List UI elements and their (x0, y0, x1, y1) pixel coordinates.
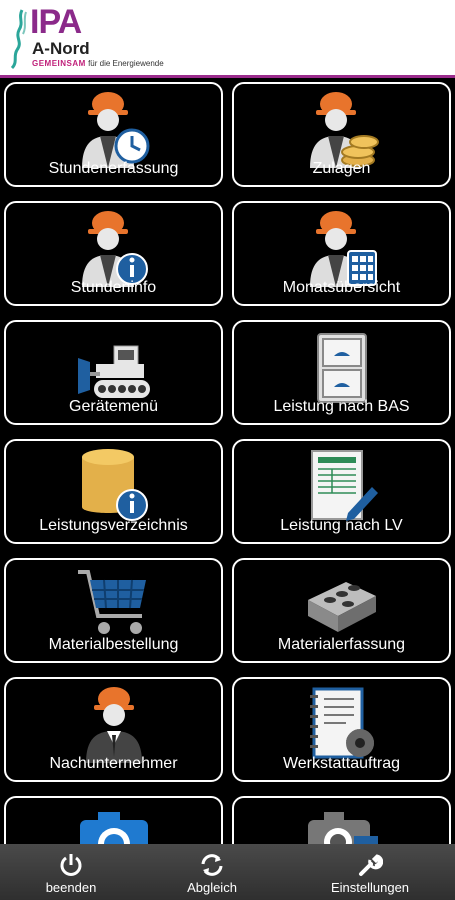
tile-materialerfassung[interactable]: Materialerfassung (232, 558, 451, 663)
quit-button[interactable]: beenden (6, 844, 136, 900)
worker-info-icon (81, 211, 148, 287)
worker-calculator-icon (309, 211, 377, 287)
tile-leistungsverzeichnis[interactable]: Leistungsverzeichnis (4, 439, 223, 544)
menu-grid: Stundenerfassung Zulagen Stundeninfo Mon… (0, 78, 455, 844)
app-header: IPA A-Nord GEMEINSAM für die Energiewend… (0, 0, 455, 78)
camera-icon (79, 812, 148, 844)
worker-clock-icon (81, 92, 149, 168)
document-pen-icon (310, 450, 378, 521)
sync-button[interactable]: Abgleich (147, 844, 277, 900)
tile-label: Stundeninfo (70, 279, 157, 296)
tile-label: Werkstattauftrag (282, 755, 401, 772)
settings-button[interactable]: Einstellungen (305, 844, 435, 900)
tile-label: Materialbestellung (48, 636, 179, 653)
wrench-icon (359, 854, 383, 876)
power-icon (60, 854, 82, 876)
tile-nachunternehmer[interactable]: Nachunternehmer (4, 677, 223, 782)
sync-label: Abgleich (187, 880, 237, 895)
tile-label: Materialerfassung (277, 636, 406, 653)
tile-label: Leistungsverzeichnis (39, 517, 188, 534)
bottom-toolbar: beenden Abgleich Einstellungen (0, 844, 455, 900)
tile-stundenerfassung[interactable]: Stundenerfassung (4, 82, 223, 187)
tile-zulagen[interactable]: Zulagen (232, 82, 451, 187)
tile-label: Zulagen (312, 160, 371, 177)
camera-document-icon (307, 812, 378, 844)
tile-monatsuebersicht[interactable]: Monatsübersicht (232, 201, 451, 306)
tile-geraetemenue[interactable]: Gerätemenü (4, 320, 223, 425)
tile-leistung-nach-lv[interactable]: Leistung nach LV (232, 439, 451, 544)
tile-materialbestellung[interactable]: Materialbestellung (4, 558, 223, 663)
worker-suit-icon (85, 687, 142, 763)
map-outline-icon (10, 9, 27, 70)
tile-leistung-nach-bas[interactable]: Leistung nach BAS (232, 320, 451, 425)
settings-label: Einstellungen (330, 880, 410, 895)
tile-label: Gerätemenü (69, 398, 158, 415)
drawer-cabinet-icon (316, 333, 367, 403)
worker-coins-icon (309, 92, 379, 168)
logo-tagline: GEMEINSAM für die Energiewende (32, 59, 164, 68)
tile-label: Leistung nach LV (280, 517, 403, 534)
tile-label: Nachunternehmer (49, 755, 178, 772)
tile-werkstattauftrag[interactable]: Werkstattauftrag (232, 677, 451, 782)
shopping-cart-icon (77, 570, 146, 634)
tile-stundeninfo[interactable]: Stundeninfo (4, 201, 223, 306)
bulldozer-icon (77, 345, 150, 398)
tile-camera[interactable] (4, 796, 223, 844)
quit-label: beenden (45, 880, 97, 895)
tile-label: Monatsübersicht (282, 279, 401, 296)
sync-icon (201, 854, 223, 876)
tile-label: Stundenerfassung (48, 160, 179, 177)
tile-label: Leistung nach BAS (273, 398, 410, 415)
logo-ipa-text: IPA (30, 3, 82, 41)
logo-tagline-rest: für die Energiewende (85, 59, 164, 68)
logo-anord-text: A-Nord (32, 39, 90, 58)
logo-tagline-highlight: GEMEINSAM (32, 59, 86, 68)
tile-camera-document[interactable] (232, 796, 451, 844)
ipa-logo: IPA A-Nord GEMEINSAM für die Energiewend… (8, 3, 208, 72)
database-info-icon (81, 449, 148, 521)
notebook-gear-icon (309, 687, 374, 759)
brick-icon (307, 582, 376, 632)
